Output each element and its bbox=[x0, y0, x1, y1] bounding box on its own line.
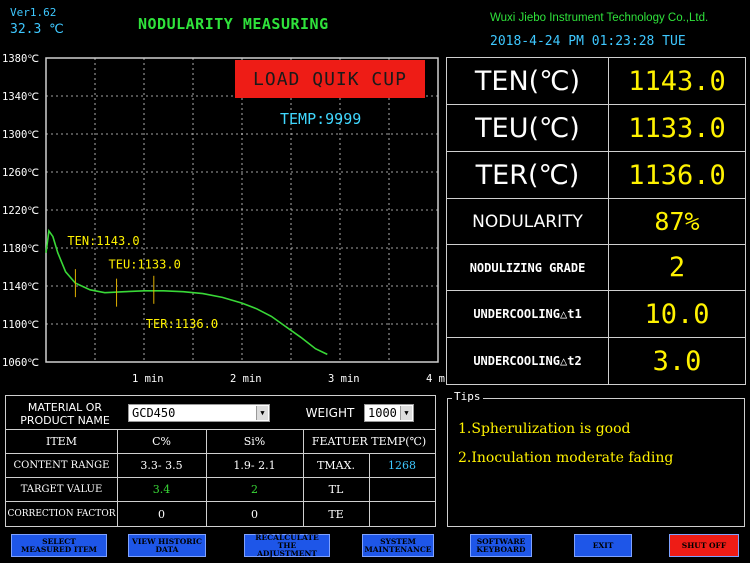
result-label: UNDERCOOLING△t2 bbox=[447, 338, 609, 384]
y-tick-label: 1180℃ bbox=[2, 243, 39, 255]
system-maintenance-button[interactable]: SYSTEM MAINTENANCE bbox=[362, 534, 434, 557]
y-tick-label: 1220℃ bbox=[2, 205, 39, 217]
y-tick-label: 1140℃ bbox=[2, 281, 39, 293]
result-row-grade: NODULIZING GRADE 2 bbox=[447, 245, 745, 291]
feature-label-te: TE bbox=[328, 507, 344, 521]
annotation-label: TEN:1143.0 bbox=[67, 234, 139, 248]
cooling-curve-chart: 1380℃ 1340℃ 1300℃ 1260℃ 1220℃ 1180℃ 1140℃ 1100℃… bbox=[0, 50, 445, 385]
feature-label-tmax: TMAX. bbox=[317, 459, 355, 472]
content-range-c: 3.3- 3.5 bbox=[140, 459, 183, 472]
result-value: 1133.0 bbox=[628, 112, 726, 144]
correction-factor-si[interactable]: 0 bbox=[206, 502, 303, 526]
tips-panel: 1.Spherulization is good 2.Inoculation m… bbox=[447, 398, 745, 527]
target-value-c[interactable]: 3.4 bbox=[117, 478, 206, 501]
x-tick-label: 3 min bbox=[328, 373, 360, 385]
chevron-down-icon[interactable]: ▼ bbox=[256, 406, 268, 420]
material-label-line1: MATERIAL OR bbox=[27, 400, 103, 414]
datetime-readout: 2018-4-24 PM 01:23:28 TUE bbox=[490, 34, 686, 49]
result-row-teu: TEU(℃) 1133.0 bbox=[447, 105, 745, 152]
result-label: TER(℃) bbox=[447, 152, 609, 198]
button-label: ADJUSTMENT bbox=[257, 548, 317, 558]
button-label: MAINTENANCE bbox=[364, 544, 432, 554]
feature-value-tmax: 1268 bbox=[388, 459, 416, 472]
result-label: NODULARITY bbox=[447, 199, 609, 244]
product-select-value: GCD450 bbox=[132, 406, 176, 420]
result-row-nodularity: NODULARITY 87% bbox=[447, 199, 745, 245]
series-line bbox=[45, 228, 328, 356]
button-label: EXIT bbox=[592, 540, 614, 550]
row-label-content-range: CONTENT RANGE bbox=[13, 460, 110, 471]
software-keyboard-button[interactable]: SOFTWARE KEYBOARD bbox=[470, 534, 532, 557]
cooling-curve-svg: 1380℃ 1340℃ 1300℃ 1260℃ 1220℃ 1180℃ 1140℃ 1100℃… bbox=[2, 53, 445, 385]
button-label: MEASURED ITEM bbox=[21, 544, 97, 554]
shut-off-button[interactable]: SHUT OFF bbox=[669, 534, 739, 557]
version-label: Ver1.62 bbox=[10, 6, 57, 19]
y-tick-label: 1300℃ bbox=[2, 129, 39, 141]
ambient-temp-readout: 32.3 ℃ bbox=[10, 22, 64, 37]
y-tick-label: 1100℃ bbox=[2, 319, 39, 331]
company-name: Wuxi Jiebo Instrument Technology Co.,Ltd… bbox=[490, 12, 709, 24]
material-table: MATERIAL OR PRODUCT NAME GCD450 ▼ WEIGHT… bbox=[5, 395, 436, 527]
row-label-correction-factor: CORRECTION FACTOR bbox=[7, 509, 116, 519]
annotation-label: TEU:1133.0 bbox=[109, 258, 181, 272]
x-tick-label: 2 min bbox=[230, 373, 262, 385]
target-value-si[interactable]: 2 bbox=[206, 478, 303, 501]
live-temp-readout: TEMP:9999 bbox=[280, 110, 362, 128]
feature-value-te bbox=[369, 502, 435, 526]
button-label: DATA bbox=[155, 544, 179, 554]
feature-value-tl bbox=[369, 478, 435, 501]
results-panel: TEN(℃) 1143.0 TEU(℃) 1133.0 TER(℃) 1136.… bbox=[446, 57, 746, 385]
y-tick-label: 1380℃ bbox=[2, 53, 39, 65]
result-value: 10.0 bbox=[644, 298, 710, 330]
load-cup-banner: LOAD QUIK CUP bbox=[235, 60, 425, 98]
button-label: KEYBOARD bbox=[476, 544, 526, 554]
result-value: 1136.0 bbox=[628, 159, 726, 191]
result-value: 3.0 bbox=[652, 345, 702, 377]
result-row-undercooling-t1: UNDERCOOLING△t1 10.0 bbox=[447, 291, 745, 338]
button-label: RECALCULATE THE bbox=[255, 532, 319, 550]
correction-factor-c[interactable]: 0 bbox=[117, 502, 206, 526]
recalculate-adjustment-button[interactable]: RECALCULATE THE ADJUSTMENT bbox=[244, 532, 330, 558]
result-row-ten: TEN(℃) 1143.0 bbox=[447, 58, 745, 105]
annotation-label: TER:1136.0 bbox=[146, 317, 218, 331]
y-tick-label: 1060℃ bbox=[2, 357, 39, 369]
content-range-si: 1.9- 2.1 bbox=[233, 459, 276, 472]
weight-label: WEIGHT bbox=[305, 406, 355, 420]
result-label: TEN(℃) bbox=[447, 58, 609, 104]
exit-button[interactable]: EXIT bbox=[574, 534, 632, 557]
result-value: 2 bbox=[668, 252, 686, 283]
tip-item: 2.Inoculation moderate fading bbox=[458, 450, 674, 466]
col-header-si: Si% bbox=[243, 435, 266, 448]
weight-select[interactable]: 1000 ▼ bbox=[364, 404, 414, 422]
col-header-item: ITEM bbox=[46, 435, 77, 448]
tips-title: Tips bbox=[452, 390, 483, 403]
feature-label-tl: TL bbox=[328, 483, 344, 496]
result-value: 87% bbox=[654, 207, 700, 236]
col-header-c: C% bbox=[152, 435, 171, 448]
weight-select-value: 1000 bbox=[368, 406, 397, 420]
chevron-down-icon[interactable]: ▼ bbox=[400, 406, 412, 420]
result-value: 1143.0 bbox=[628, 65, 726, 97]
col-header-feature-temp: FEATUER TEMP(℃) bbox=[311, 435, 427, 448]
button-label: SHUT OFF bbox=[681, 540, 727, 550]
result-row-ter: TER(℃) 1136.0 bbox=[447, 152, 745, 199]
result-row-undercooling-t2: UNDERCOOLING△t2 3.0 bbox=[447, 338, 745, 384]
app-title: NODULARITY MEASURING bbox=[138, 15, 329, 33]
product-select[interactable]: GCD450 ▼ bbox=[128, 404, 270, 422]
x-tick-label: 4 min bbox=[426, 373, 445, 385]
result-label: NODULIZING GRADE bbox=[447, 245, 609, 290]
row-label-target-value: TARGET VALUE bbox=[20, 484, 103, 495]
material-label-line2: PRODUCT NAME bbox=[20, 413, 110, 427]
result-label: UNDERCOOLING△t1 bbox=[447, 291, 609, 337]
x-tick-label: 1 min bbox=[132, 373, 164, 385]
tip-item: 1.Spherulization is good bbox=[458, 421, 631, 437]
select-measured-item-button[interactable]: SELECT MEASURED ITEM bbox=[11, 534, 107, 557]
view-historic-data-button[interactable]: VIEW HISTORIC DATA bbox=[128, 534, 206, 557]
result-label: TEU(℃) bbox=[447, 105, 609, 151]
y-tick-label: 1340℃ bbox=[2, 91, 39, 103]
y-tick-label: 1260℃ bbox=[2, 167, 39, 179]
